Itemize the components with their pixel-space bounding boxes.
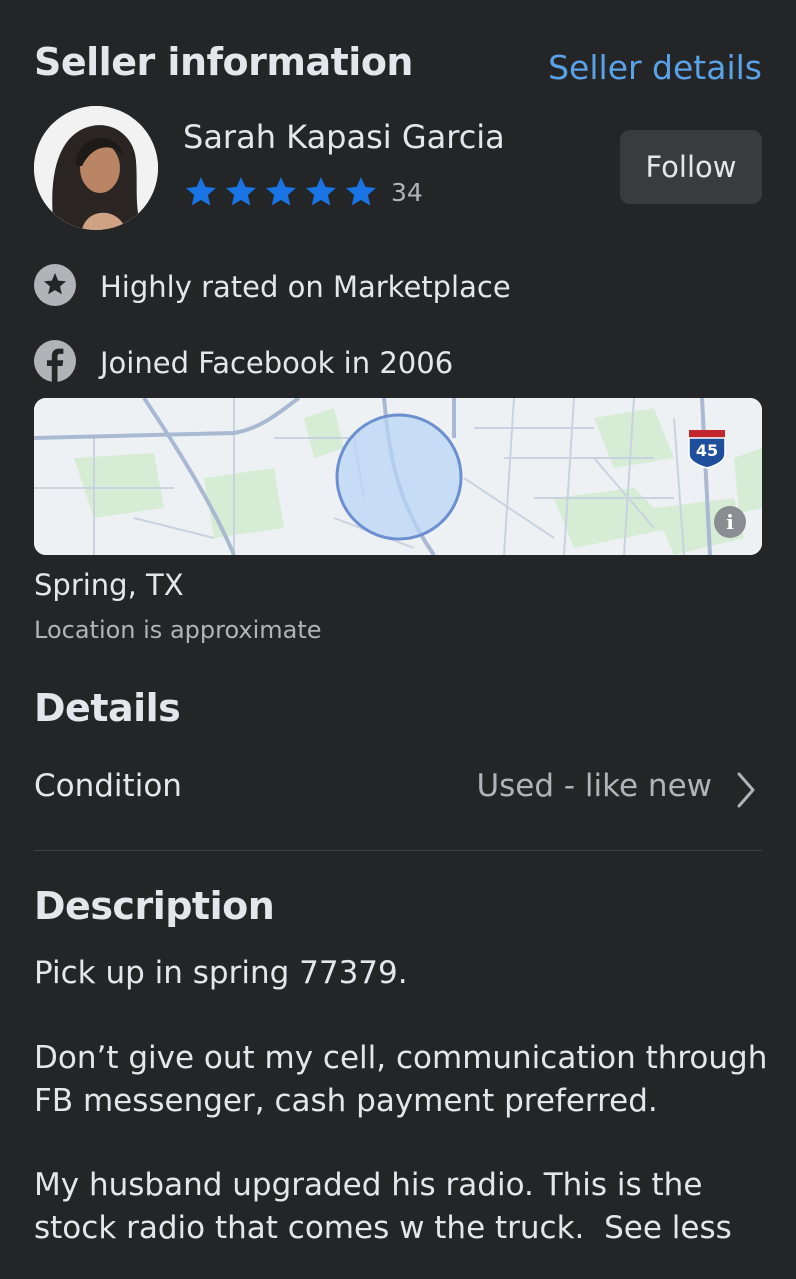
info-icon[interactable]: i (714, 506, 746, 538)
condition-row[interactable]: Condition Used - like new (34, 752, 762, 822)
facebook-icon (34, 340, 76, 386)
location-map[interactable]: 45 i (34, 398, 762, 555)
location-note: Location is approximate (34, 616, 322, 644)
description-section-title: Description (34, 884, 275, 928)
description-paragraph-2: Don’t give out my cell, communication th… (34, 1040, 778, 1119)
rating-count: 34 (391, 177, 423, 207)
map-image: 45 (34, 398, 762, 555)
chevron-right-icon (734, 770, 758, 814)
star-icon (303, 174, 339, 210)
condition-value: Used - like new (476, 768, 712, 804)
divider (34, 850, 762, 851)
details-section-title: Details (34, 686, 181, 730)
seller-details-link[interactable]: Seller details (548, 48, 762, 87)
star-icon (223, 174, 259, 210)
condition-label: Condition (34, 768, 182, 804)
seller-section-title: Seller information (34, 40, 413, 84)
star-icon (263, 174, 299, 210)
badge-highly-rated-text: Highly rated on Marketplace (100, 270, 511, 304)
seller-rating: 34 (183, 174, 423, 210)
description-paragraph-3: My husband upgraded his radio. This is t… (34, 1164, 774, 1250)
badge-joined-facebook-text: Joined Facebook in 2006 (100, 346, 454, 380)
star-icon (343, 174, 379, 210)
badge-highly-rated: Highly rated on Marketplace (34, 264, 511, 310)
badge-joined-facebook: Joined Facebook in 2006 (34, 340, 453, 386)
interstate-shield-label: 45 (696, 441, 718, 460)
star-icon (183, 174, 219, 210)
star-circle-icon (34, 264, 76, 310)
avatar[interactable] (34, 106, 158, 230)
location-name: Spring, TX (34, 568, 184, 602)
avatar-image (34, 106, 158, 230)
see-less-link[interactable]: See less (604, 1210, 732, 1246)
follow-button[interactable]: Follow (620, 130, 762, 204)
description-paragraph-1: Pick up in spring 77379. (34, 955, 408, 991)
seller-name[interactable]: Sarah Kapasi Garcia (183, 118, 505, 156)
